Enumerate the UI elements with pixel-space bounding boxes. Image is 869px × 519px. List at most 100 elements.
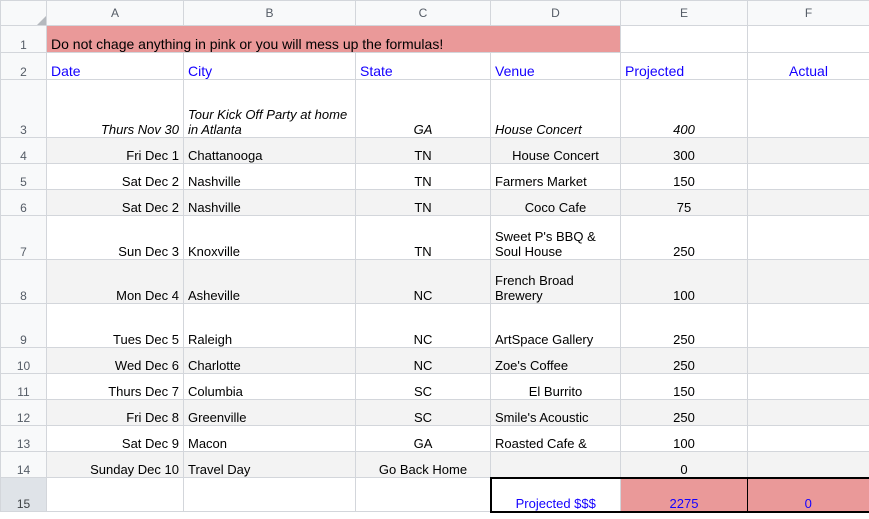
column-header-c[interactable]: C [355, 0, 491, 26]
cell-state[interactable]: GA [355, 425, 491, 452]
cell-projected[interactable]: 250 [620, 303, 748, 348]
column-header-a[interactable]: A [46, 0, 184, 26]
cell-venue[interactable]: Sweet P's BBQ & Soul House [490, 215, 621, 260]
row-header-4[interactable]: 4 [0, 137, 47, 164]
cell-city[interactable]: Tour Kick Off Party at home in Atlanta [183, 79, 356, 138]
cell-date[interactable]: Sunday Dec 10 [46, 451, 184, 478]
cell-state[interactable]: NC [355, 259, 491, 304]
header-city[interactable]: City [183, 52, 356, 80]
row-header-2[interactable]: 2 [0, 52, 47, 80]
cell-actual[interactable] [747, 399, 869, 426]
cell-e1[interactable] [620, 25, 748, 53]
cell-actual[interactable] [747, 259, 869, 304]
cell-projected[interactable]: 75 [620, 189, 748, 216]
cell-city[interactable]: Chattanooga [183, 137, 356, 164]
select-all-corner[interactable] [0, 0, 47, 26]
warning-banner[interactable]: Do not chage anything in pink or you wil… [46, 25, 621, 53]
cell-city[interactable]: Travel Day [183, 451, 356, 478]
cell-venue[interactable]: El Burrito [490, 373, 621, 400]
row-header-14[interactable]: 14 [0, 451, 47, 478]
cell-venue[interactable]: House Concert [490, 79, 621, 138]
cell-date[interactable]: Thurs Nov 30 [46, 79, 184, 138]
cell-projected[interactable]: 250 [620, 399, 748, 426]
spreadsheet-grid[interactable]: A B C D E F 1 Do not chage anything in p… [0, 0, 869, 513]
cell-city[interactable]: Knoxville [183, 215, 356, 260]
cell-venue[interactable] [490, 451, 621, 478]
cell-venue[interactable]: Zoe's Coffee [490, 347, 621, 374]
cell-date[interactable]: Fri Dec 1 [46, 137, 184, 164]
cell-city[interactable]: Nashville [183, 189, 356, 216]
cell-projected[interactable]: 250 [620, 347, 748, 374]
cell-city[interactable]: Nashville [183, 163, 356, 190]
row-header-11[interactable]: 11 [0, 373, 47, 400]
cell-state[interactable]: TN [355, 137, 491, 164]
cell-projected[interactable]: 100 [620, 425, 748, 452]
cell-actual[interactable] [747, 451, 869, 478]
column-header-e[interactable]: E [620, 0, 748, 26]
row-header-1[interactable]: 1 [0, 25, 47, 53]
cell-actual[interactable] [747, 303, 869, 348]
cell-date[interactable]: Mon Dec 4 [46, 259, 184, 304]
cell-date[interactable]: Tues Dec 5 [46, 303, 184, 348]
row-header-12[interactable]: 12 [0, 399, 47, 426]
cell-venue[interactable]: Coco Cafe [490, 189, 621, 216]
header-actual[interactable]: Actual [747, 52, 869, 80]
header-date[interactable]: Date [46, 52, 184, 80]
cell-a15[interactable] [46, 477, 184, 512]
cell-projected[interactable]: 0 [620, 451, 748, 478]
cell-venue[interactable]: Smile's Acoustic [490, 399, 621, 426]
cell-actual[interactable] [747, 137, 869, 164]
cell-date[interactable]: Sat Dec 2 [46, 189, 184, 216]
cell-c15[interactable] [355, 477, 491, 512]
row-header-5[interactable]: 5 [0, 163, 47, 190]
cell-actual[interactable] [747, 215, 869, 260]
total-projected[interactable]: 2275 [620, 476, 748, 513]
cell-projected[interactable]: 150 [620, 163, 748, 190]
cell-actual[interactable] [747, 425, 869, 452]
cell-city[interactable]: Charlotte [183, 347, 356, 374]
header-venue[interactable]: Venue [490, 52, 621, 80]
cell-venue[interactable]: Farmers Market [490, 163, 621, 190]
cell-date[interactable]: Fri Dec 8 [46, 399, 184, 426]
cell-b15[interactable] [183, 477, 356, 512]
cell-projected[interactable]: 250 [620, 215, 748, 260]
cell-venue[interactable]: Roasted Cafe & [490, 425, 621, 452]
cell-actual[interactable] [747, 79, 869, 138]
cell-state[interactable]: Go Back Home [355, 451, 491, 478]
header-projected[interactable]: Projected [620, 52, 748, 80]
cell-city[interactable]: Columbia [183, 373, 356, 400]
cell-actual[interactable] [747, 189, 869, 216]
cell-f1[interactable] [747, 25, 869, 53]
cell-state[interactable]: SC [355, 373, 491, 400]
spreadsheet-canvas[interactable]: A B C D E F 1 Do not chage anything in p… [0, 0, 869, 519]
cell-date[interactable]: Sat Dec 9 [46, 425, 184, 452]
cell-projected[interactable]: 150 [620, 373, 748, 400]
cell-city[interactable]: Macon [183, 425, 356, 452]
row-header-9[interactable]: 9 [0, 303, 47, 348]
row-header-6[interactable]: 6 [0, 189, 47, 216]
cell-projected[interactable]: 300 [620, 137, 748, 164]
cell-state[interactable]: NC [355, 303, 491, 348]
cell-city[interactable]: Raleigh [183, 303, 356, 348]
cell-venue[interactable]: French Broad Brewery [490, 259, 621, 304]
row-header-3[interactable]: 3 [0, 79, 47, 138]
column-header-b[interactable]: B [183, 0, 356, 26]
cell-actual[interactable] [747, 347, 869, 374]
row-header-7[interactable]: 7 [0, 215, 47, 260]
total-actual[interactable]: 0 [747, 476, 869, 513]
cell-venue[interactable]: ArtSpace Gallery [490, 303, 621, 348]
cell-projected[interactable]: 100 [620, 259, 748, 304]
cell-actual[interactable] [747, 373, 869, 400]
cell-date[interactable]: Wed Dec 6 [46, 347, 184, 374]
row-header-10[interactable]: 10 [0, 347, 47, 374]
row-header-15[interactable]: 15 [0, 477, 47, 512]
cell-projected[interactable]: 400 [620, 79, 748, 138]
total-label[interactable]: Projected $$$ [489, 476, 621, 513]
cell-state[interactable]: TN [355, 163, 491, 190]
column-header-d[interactable]: D [490, 0, 621, 26]
cell-state[interactable]: SC [355, 399, 491, 426]
row-header-13[interactable]: 13 [0, 425, 47, 452]
cell-city[interactable]: Greenville [183, 399, 356, 426]
cell-state[interactable]: TN [355, 215, 491, 260]
cell-venue[interactable]: House Concert [490, 137, 621, 164]
